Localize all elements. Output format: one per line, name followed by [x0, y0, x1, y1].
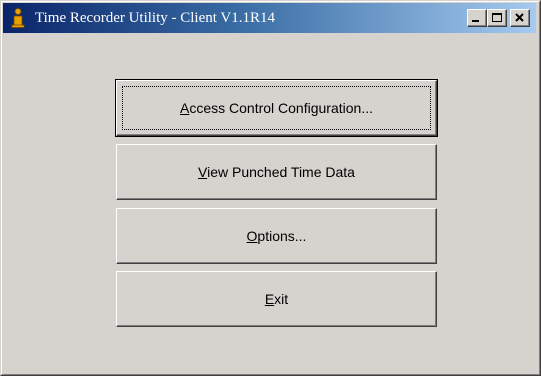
view-punched-time-data-button[interactable]: View Punched Time Data: [116, 144, 437, 200]
close-button[interactable]: [510, 9, 530, 27]
window-title: Time Recorder Utility - Client V1.1R14: [35, 9, 275, 26]
button-label: Exit: [264, 291, 289, 307]
main-window: Time Recorder Utility - Client V1.1R14 A…: [0, 0, 541, 376]
button-label: Access Control Configuration...: [180, 100, 373, 116]
maximize-icon: [492, 13, 502, 22]
options-button[interactable]: Options...: [116, 208, 437, 264]
button-label: View Punched Time Data: [198, 164, 355, 180]
close-icon: [515, 13, 524, 22]
minimize-icon: [472, 20, 479, 22]
access-control-configuration-button[interactable]: Access Control Configuration...: [115, 79, 438, 137]
button-label: Options...: [246, 228, 307, 244]
exit-button[interactable]: Exit: [116, 271, 437, 327]
title-bar-controls: [467, 9, 530, 27]
info-person-icon[interactable]: [9, 8, 27, 28]
maximize-button[interactable]: [487, 9, 507, 27]
title-bar[interactable]: Time Recorder Utility - Client V1.1R14: [3, 3, 536, 33]
minimize-button[interactable]: [467, 9, 487, 27]
